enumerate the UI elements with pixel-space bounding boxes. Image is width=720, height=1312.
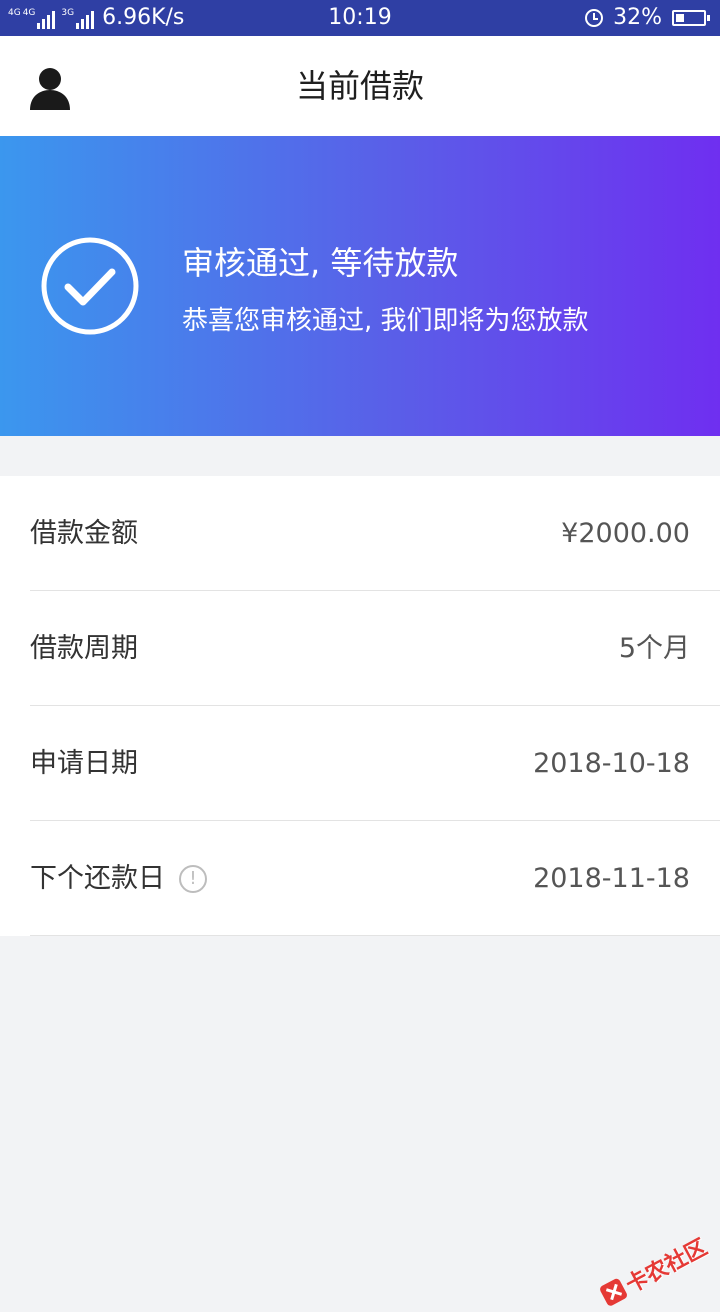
battery-fill	[676, 14, 685, 22]
watermark: 卡农社区	[596, 1230, 712, 1312]
status-bar: 4G 4G 3G 6.96K/s 10:19 32%	[0, 0, 720, 36]
loan-amount-value: ¥2000.00	[561, 518, 690, 549]
loan-term-label-text: 借款周期	[30, 633, 138, 664]
loan-term-label: 借款周期	[30, 591, 138, 706]
page-title: 当前借款	[295, 67, 424, 105]
row-divider	[30, 935, 720, 936]
next-repay-date-label: 下个还款日 !	[30, 821, 207, 936]
watermark-text: 卡农社区	[622, 1235, 712, 1299]
battery-icon	[672, 10, 710, 26]
next-repay-date-value: 2018-11-18	[533, 863, 690, 894]
apply-date-value: 2018-10-18	[533, 748, 690, 779]
loan-term-row: 借款周期 5个月	[0, 591, 720, 706]
banner-title: 审核通过, 等待放款	[182, 244, 459, 282]
apply-date-label: 申请日期	[30, 706, 138, 821]
apply-date-label-text: 申请日期	[30, 748, 138, 779]
info-icon[interactable]: !	[179, 864, 207, 893]
loan-info-list: 借款金额 ¥2000.00 借款周期 5个月 申请日期 2018-10-18 下…	[0, 476, 720, 936]
battery-percent: 32%	[613, 5, 662, 30]
app-header: 当前借款	[0, 36, 720, 136]
loan-amount-label-text: 借款金额	[30, 518, 138, 549]
watermark-logo-icon	[598, 1277, 629, 1308]
next-repay-date-row: 下个还款日 ! 2018-11-18	[0, 821, 720, 936]
banner-subtitle: 恭喜您审核通过, 我们即将为您放款	[182, 306, 589, 336]
loan-term-value: 5个月	[618, 633, 690, 664]
status-right: 32%	[585, 0, 710, 36]
next-repay-date-label-text: 下个还款日	[30, 863, 165, 894]
alarm-icon	[585, 9, 604, 27]
status-banner: 审核通过, 等待放款 恭喜您审核通过, 我们即将为您放款	[0, 136, 720, 436]
loan-amount-label: 借款金额	[30, 476, 138, 591]
apply-date-row: 申请日期 2018-10-18	[0, 706, 720, 821]
loan-amount-row: 借款金额 ¥2000.00	[0, 476, 720, 591]
check-circle-icon	[41, 237, 139, 335]
